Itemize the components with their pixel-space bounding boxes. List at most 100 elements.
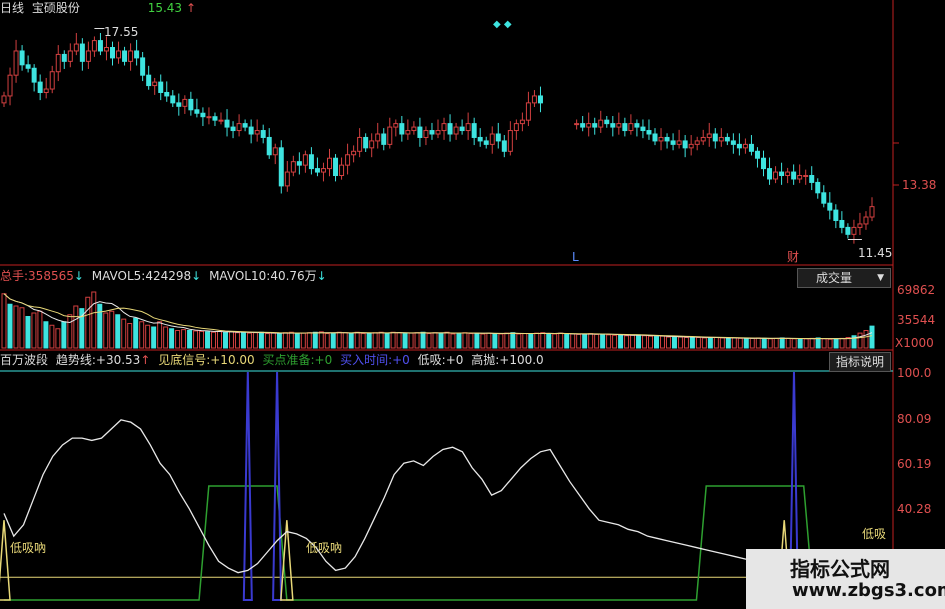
volume-bar	[73, 305, 79, 349]
volume-bar	[797, 338, 803, 349]
low-buy-label: 低吸:	[417, 353, 446, 367]
high-sell-value: +100.0	[499, 353, 544, 367]
candle-body	[754, 150, 760, 159]
volume-bar	[270, 332, 276, 349]
low-buy-annotation-2: 低吸吶	[306, 541, 343, 555]
candle-body	[652, 133, 658, 142]
candle-body	[67, 50, 73, 62]
volume-bar	[677, 336, 683, 349]
volume-indicator-button[interactable]: 成交量 ▼	[797, 268, 891, 288]
mavol5-arrow: ↓	[191, 269, 202, 283]
volume-bar	[181, 329, 187, 349]
volume-bar	[839, 337, 845, 349]
volume-bar	[426, 333, 432, 349]
volume-bar	[121, 318, 127, 349]
candle-body	[116, 50, 122, 59]
candle-body	[206, 116, 212, 119]
candle-body	[387, 126, 393, 145]
volume-bar	[7, 303, 13, 349]
trend-label: 趋势线:	[55, 353, 96, 367]
volume-bar	[767, 338, 773, 349]
indicator-tick-80: 80.09	[897, 412, 932, 426]
period-label[interactable]: 日线	[0, 1, 24, 15]
volume-bar	[384, 332, 390, 349]
candle-body	[314, 168, 320, 173]
candle-body	[110, 47, 115, 59]
volume-bar	[91, 291, 97, 349]
indicator-name[interactable]: 百万波段	[0, 353, 48, 367]
volume-bar	[719, 337, 725, 349]
volume-tick-2: 35544	[897, 313, 936, 327]
price-arrow: ↑	[186, 1, 197, 15]
candle-body	[459, 126, 465, 132]
candle-body	[742, 143, 748, 149]
candle-body	[513, 123, 519, 132]
volume-bar	[217, 330, 223, 349]
volume-bar	[749, 337, 755, 349]
candle-body	[779, 171, 785, 177]
marker-cai: 财	[787, 250, 800, 264]
volume-bar	[187, 330, 193, 349]
candle-body	[483, 140, 489, 145]
candle-body	[61, 53, 67, 62]
candle-body	[13, 50, 19, 76]
candle-body	[676, 140, 682, 145]
candle-body	[85, 50, 91, 62]
candle-body	[857, 223, 863, 228]
volume-bar	[157, 321, 163, 349]
volume-bar	[468, 333, 474, 349]
candle-body	[634, 123, 640, 128]
volume-bar	[67, 314, 73, 349]
volume-bar	[528, 333, 534, 349]
candle-body	[501, 140, 507, 152]
buy-time-value: +0	[392, 353, 410, 367]
volume-bar	[55, 328, 61, 349]
candle-body	[351, 150, 357, 156]
volume-bar	[438, 332, 444, 349]
volume-bar	[773, 337, 779, 349]
candle-body	[682, 140, 688, 149]
volume-bar	[240, 331, 246, 349]
volume-bar	[755, 337, 761, 349]
candle-body	[574, 123, 580, 126]
volume-bar	[211, 331, 217, 349]
candle-body	[827, 202, 833, 211]
volume-bar	[234, 332, 240, 349]
volume-bar	[366, 332, 372, 349]
volume-bar	[49, 324, 55, 349]
low-buy-annotation-1: 低吸吶	[10, 541, 47, 555]
volume-bar	[863, 330, 869, 349]
candle-body	[31, 67, 37, 83]
candle-body	[399, 123, 405, 135]
candle-body	[851, 226, 857, 235]
volume-bar	[618, 334, 624, 349]
candle-body	[580, 123, 586, 128]
volume-bar	[588, 333, 594, 349]
volume-bar	[600, 333, 606, 349]
indicator-header: 百万波段 趋势线:+30.53↑ 见底信号:+10.00 买点准备:+0 买入时…	[0, 352, 548, 368]
volume-tick-1: 69862	[897, 283, 936, 297]
volume-bar	[390, 331, 396, 349]
volume-bar	[193, 330, 199, 349]
candle-body	[507, 130, 513, 152]
candle-body	[718, 136, 724, 142]
volume-bar	[163, 326, 169, 349]
candle-body	[73, 43, 79, 52]
volume-bar	[552, 333, 558, 349]
candle-body	[405, 130, 411, 135]
candle-body	[224, 119, 230, 128]
indicator-help-button[interactable]: 指标说明	[829, 352, 892, 372]
volume-bar	[582, 333, 588, 349]
volume-bar	[833, 338, 839, 349]
watermark-title: 指标公式网	[790, 557, 890, 581]
candle-body	[417, 126, 423, 138]
trend-value: +30.53	[95, 353, 141, 367]
candle-body	[821, 192, 827, 204]
candle-body	[863, 216, 869, 225]
candle-body	[604, 119, 610, 125]
buy-time-label: 买入时间:	[340, 353, 393, 367]
candle-body	[212, 116, 218, 121]
candle-body	[598, 119, 604, 128]
candle-body	[815, 181, 821, 194]
volume-bar	[498, 333, 504, 349]
